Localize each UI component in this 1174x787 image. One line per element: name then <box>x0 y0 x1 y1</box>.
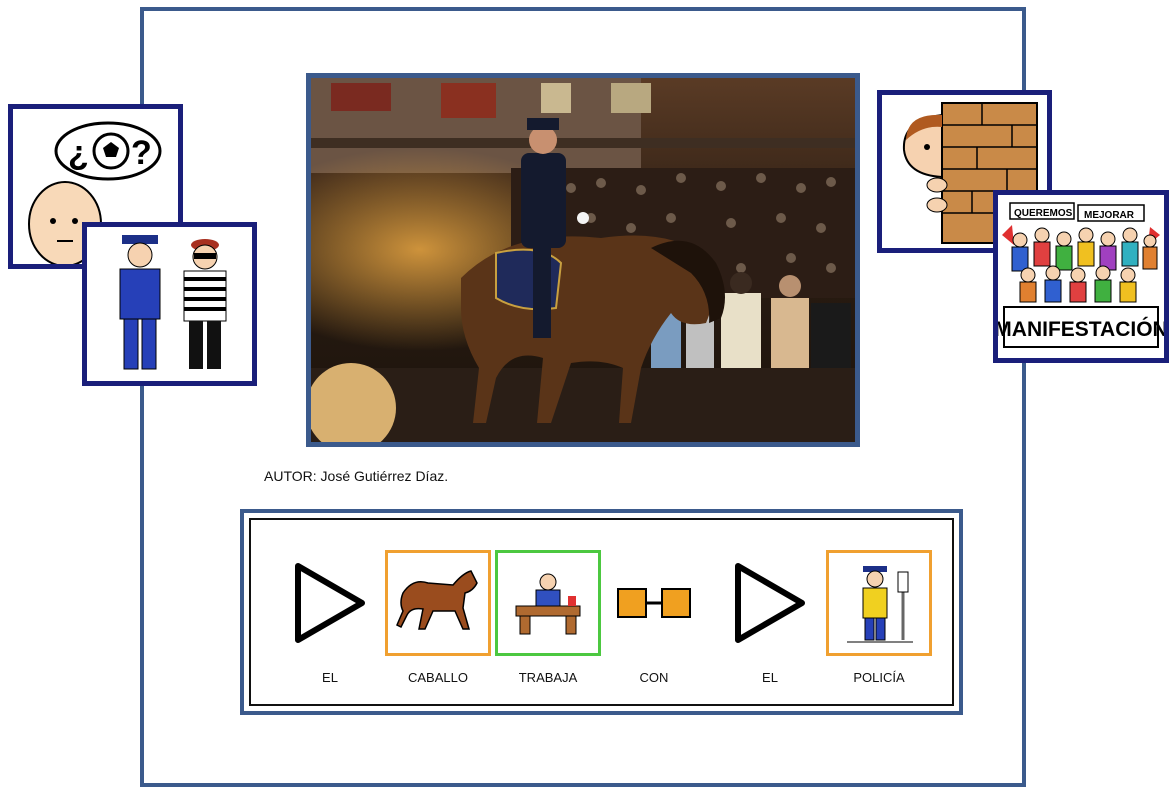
article-arrow-icon <box>277 550 383 656</box>
police-officer-icon <box>826 550 932 656</box>
author-credit: AUTOR: José Gutiérrez Díaz. <box>264 468 449 484</box>
police-and-thief-icon <box>119 235 227 370</box>
word-label: CABALLO <box>408 670 468 685</box>
sentence-inner-frame: EL CABALLO TRABAJA CON EL POLICÍA <box>249 518 954 706</box>
banner-mejorar: MEJORAR <box>1084 210 1135 221</box>
word-el-1: EL <box>277 550 383 700</box>
horse-icon <box>385 550 491 656</box>
working-at-desk-icon <box>495 550 601 656</box>
word-trabaja: TRABAJA <box>495 550 601 700</box>
protest-crowd-icon: QUEREMOS MEJORAR MANIFESTACIÓN <box>994 202 1168 348</box>
word-label: EL <box>762 670 778 685</box>
word-label: CON <box>639 670 669 685</box>
manifestacion-caption: MANIFESTACIÓN <box>998 317 1164 341</box>
word-el-2: EL <box>717 550 823 700</box>
pictogram-sentence: EL CABALLO TRABAJA CON EL POLICÍA <box>240 509 963 715</box>
word-label: POLICÍA <box>853 670 905 685</box>
word-con: CON <box>601 550 707 700</box>
card-police-thief <box>82 222 257 386</box>
with-link-icon <box>601 550 707 656</box>
article-arrow-icon <box>717 550 823 656</box>
banner-queremos: QUEREMOS <box>1014 208 1073 219</box>
thought-close-question: ? <box>131 134 152 172</box>
word-caballo: CABALLO <box>385 550 491 700</box>
card-manifestacion: QUEREMOS MEJORAR MANIFESTACIÓN <box>993 190 1169 363</box>
thought-open-question: ¿ <box>68 134 89 172</box>
word-policia: POLICÍA <box>826 550 932 700</box>
mounted-police-photo <box>306 73 860 447</box>
